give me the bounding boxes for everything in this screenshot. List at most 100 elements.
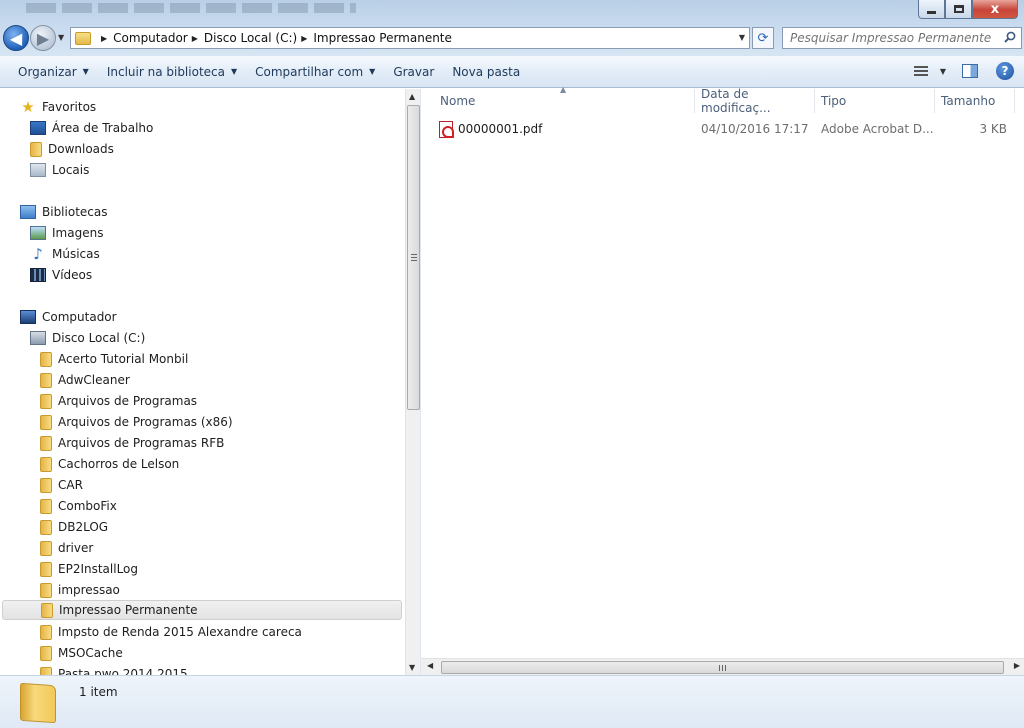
folder-label: CAR xyxy=(58,478,83,492)
navigation-scrollbar[interactable]: ▲ ▼ xyxy=(405,89,420,675)
breadcrumb-separator-icon[interactable]: ▶ xyxy=(192,34,198,43)
folder-icon xyxy=(40,582,52,598)
include-library-button[interactable]: Incluir na biblioteca ▼ xyxy=(98,65,246,79)
sidebar-item-videos[interactable]: Vídeos xyxy=(30,265,92,285)
folder-item[interactable]: DB2LOG xyxy=(40,517,108,537)
folder-item[interactable]: driver xyxy=(40,538,93,558)
breadcrumb-separator-icon[interactable]: ▶ xyxy=(101,34,107,43)
sidebar-libraries[interactable]: Bibliotecas xyxy=(20,202,107,222)
column-header-name[interactable]: ▲ Nome xyxy=(421,85,695,113)
new-folder-button[interactable]: Nova pasta xyxy=(443,65,529,79)
folder-icon xyxy=(41,602,53,618)
sidebar-favorites-label: Favoritos xyxy=(42,100,97,114)
file-type: Adobe Acrobat D... xyxy=(821,122,934,136)
recent-places-icon xyxy=(30,163,46,177)
preview-pane-icon[interactable] xyxy=(962,64,978,78)
include-library-label: Incluir na biblioteca xyxy=(106,64,225,79)
refresh-icon: ⟳ xyxy=(757,30,769,46)
breadcrumb-computer[interactable]: Computador xyxy=(113,31,188,45)
sidebar-item-pictures[interactable]: Imagens xyxy=(30,223,103,243)
scroll-down-arrow-icon[interactable]: ▼ xyxy=(409,663,415,672)
sidebar-item-local-disk[interactable]: Disco Local (C:) xyxy=(30,328,145,348)
forward-button[interactable]: ▶ xyxy=(30,25,56,51)
help-icon[interactable]: ? xyxy=(996,62,1014,80)
sidebar-item-music[interactable]: ♪ Músicas xyxy=(30,244,100,264)
file-list-horizontal-scrollbar[interactable]: ◀ ▶ xyxy=(421,658,1024,675)
folder-label: Impressao Permanente xyxy=(59,603,198,617)
scrollbar-thumb[interactable] xyxy=(441,661,1004,674)
sidebar-item-desktop[interactable]: Área de Trabalho xyxy=(30,118,153,138)
recent-pages-dropdown[interactable]: ▼ xyxy=(58,33,64,42)
window-controls: x xyxy=(918,0,1018,19)
folder-item[interactable]: Acerto Tutorial Monbil xyxy=(40,349,188,369)
sidebar-favorites[interactable]: ★ Favoritos xyxy=(20,97,96,117)
folder-icon xyxy=(40,456,52,472)
minimize-button[interactable] xyxy=(918,0,945,19)
folder-icon xyxy=(40,351,52,367)
search-icon[interactable] xyxy=(1004,31,1016,43)
folder-icon xyxy=(40,540,52,556)
folder-item[interactable]: CAR xyxy=(40,475,83,495)
refresh-button[interactable]: ⟳ xyxy=(752,27,774,49)
folder-item[interactable]: Impsto de Renda 2015 Alexandre careca xyxy=(40,622,302,642)
folder-item[interactable]: Pasta pwo 2014 2015 xyxy=(40,664,188,675)
folder-item[interactable]: MSOCache xyxy=(40,643,123,663)
folder-label: Arquivos de Programas (x86) xyxy=(58,415,233,429)
column-header-size[interactable]: Tamanho xyxy=(935,89,1015,113)
folder-icon xyxy=(40,561,52,577)
folder-label: Pasta pwo 2014 2015 xyxy=(58,667,188,675)
column-header-label: Tipo xyxy=(821,94,847,108)
address-bar[interactable]: ▶ Computador ▶ Disco Local (C:) ▶ Impres… xyxy=(70,27,750,49)
folder-item[interactable]: ComboFix xyxy=(40,496,117,516)
scroll-right-arrow-icon[interactable]: ▶ xyxy=(1014,661,1020,670)
close-button[interactable]: x xyxy=(972,0,1018,19)
folder-icon xyxy=(75,31,91,45)
share-button[interactable]: Compartilhar com ▼ xyxy=(246,65,384,79)
folder-item-selected[interactable]: Impressao Permanente xyxy=(2,600,402,620)
sidebar-item-recent-places[interactable]: Locais xyxy=(30,160,89,180)
folder-icon xyxy=(40,414,52,430)
scrollbar-thumb[interactable] xyxy=(407,105,420,410)
change-view-button[interactable]: ▼ xyxy=(913,65,946,77)
column-header-date[interactable]: Data de modificaç... xyxy=(695,87,815,115)
folder-icon xyxy=(40,372,52,388)
folder-item[interactable]: Arquivos de Programas RFB xyxy=(40,433,224,453)
breadcrumb-current-folder[interactable]: Impressao Permanente xyxy=(313,31,452,45)
sidebar-item-downloads[interactable]: Downloads xyxy=(30,139,114,159)
folder-item[interactable]: EP2InstallLog xyxy=(40,559,138,579)
folder-label: driver xyxy=(58,541,94,555)
command-bar: Organizar ▼ Incluir na biblioteca ▼ Comp… xyxy=(0,56,1024,88)
sidebar-computer-label: Computador xyxy=(42,310,117,324)
sidebar-computer[interactable]: Computador xyxy=(20,307,117,327)
scroll-up-arrow-icon[interactable]: ▲ xyxy=(409,92,415,101)
desktop-icon xyxy=(30,121,46,135)
folder-item[interactable]: Arquivos de Programas xyxy=(40,391,197,411)
file-row[interactable]: 00000001.pdf 04/10/2016 17:17 Adobe Acro… xyxy=(439,119,1019,139)
folder-item[interactable]: Arquivos de Programas (x86) xyxy=(40,412,233,432)
back-arrow-icon: ◀ xyxy=(9,28,23,48)
folder-label: Acerto Tutorial Monbil xyxy=(58,352,189,366)
organize-button[interactable]: Organizar ▼ xyxy=(9,65,98,79)
folder-item[interactable]: AdwCleaner xyxy=(40,370,130,390)
folder-icon xyxy=(40,477,52,493)
details-pane: 1 item xyxy=(0,675,1024,728)
new-folder-label: Nova pasta xyxy=(452,64,521,79)
scroll-left-arrow-icon[interactable]: ◀ xyxy=(427,661,433,670)
breadcrumb-separator-icon[interactable]: ▶ xyxy=(301,34,307,43)
folder-icon xyxy=(40,666,52,675)
forward-arrow-icon: ▶ xyxy=(36,28,50,48)
folder-item[interactable]: impressao xyxy=(40,580,120,600)
search-box[interactable] xyxy=(782,27,1022,49)
burn-button[interactable]: Gravar xyxy=(384,65,443,79)
burn-label: Gravar xyxy=(393,64,435,79)
column-header-type[interactable]: Tipo xyxy=(815,89,935,113)
breadcrumb-local-disk[interactable]: Disco Local (C:) xyxy=(204,31,297,45)
back-button[interactable]: ◀ xyxy=(3,25,29,51)
grip-icon xyxy=(411,254,417,261)
address-history-dropdown[interactable]: ▼ xyxy=(739,33,745,42)
file-date: 04/10/2016 17:17 xyxy=(701,122,809,136)
search-input[interactable] xyxy=(790,31,995,45)
maximize-button[interactable] xyxy=(945,0,972,19)
folder-icon xyxy=(40,393,52,409)
folder-item[interactable]: Cachorros de Lelson xyxy=(40,454,179,474)
